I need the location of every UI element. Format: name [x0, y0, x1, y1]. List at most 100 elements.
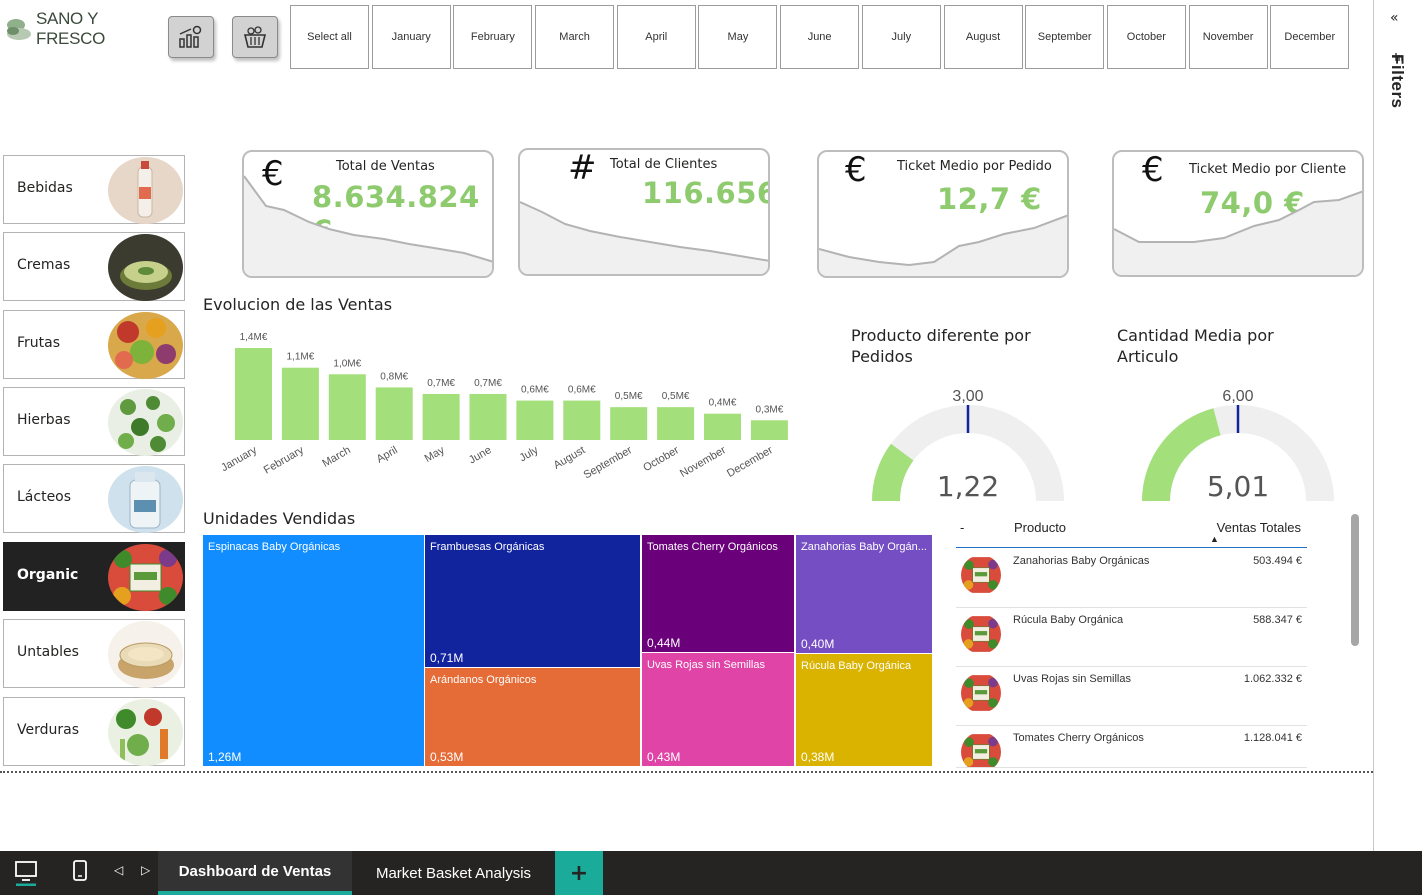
- next-page-icon[interactable]: ▷: [141, 863, 150, 877]
- treemap-tile[interactable]: Arándanos Orgánicos 0,53M: [425, 668, 640, 766]
- kpi-card-ticket-cliente: € Ticket Medio por Cliente 74,0 €: [1112, 150, 1364, 277]
- analysis-nav-button[interactable]: [168, 16, 214, 58]
- sales-bar[interactable]: [281, 367, 319, 440]
- category-frutas[interactable]: Frutas: [3, 310, 185, 379]
- category-lácteos[interactable]: Lácteos: [3, 464, 185, 533]
- product-thumbnail: [961, 732, 1001, 767]
- basket-nav-button[interactable]: [232, 16, 278, 58]
- col-header-dash[interactable]: -: [960, 520, 964, 535]
- col-header-producto[interactable]: Producto: [1014, 520, 1066, 535]
- table-row[interactable]: Rúcula Baby Orgánica 588.347 €: [956, 608, 1307, 667]
- month-option-may[interactable]: May: [698, 5, 778, 69]
- sales-bar[interactable]: [235, 348, 272, 440]
- gauge-productos: 3,00 1,22: [872, 388, 1064, 503]
- product-name: Uvas Rojas sin Semillas: [1013, 673, 1131, 685]
- kpi-trend-sparkline: [819, 214, 1067, 276]
- desktop-view-icon[interactable]: [14, 860, 38, 886]
- category-cremas[interactable]: Cremas: [3, 232, 185, 301]
- treemap-tile-name: Rúcula Baby Orgánica: [801, 660, 912, 672]
- sort-ascending-icon[interactable]: ▲: [1210, 534, 1219, 544]
- sales-bar[interactable]: [375, 387, 413, 440]
- month-option-august[interactable]: August: [943, 5, 1023, 69]
- month-option-june[interactable]: June: [780, 5, 860, 69]
- mobile-view-icon[interactable]: [72, 859, 88, 883]
- category-verduras[interactable]: Verduras: [3, 697, 185, 766]
- page-tab-market-basket-analysis[interactable]: Market Basket Analysis: [352, 851, 555, 895]
- page-tab-dashboard-de-ventas[interactable]: Dashboard de Ventas: [158, 851, 352, 895]
- treemap-tile[interactable]: Tomates Cherry Orgánicos 0,44M: [642, 535, 794, 652]
- month-option-october[interactable]: October: [1106, 5, 1186, 69]
- sales-bar[interactable]: [750, 420, 788, 440]
- product-sales: 1.062.332 €: [1243, 673, 1302, 685]
- sales-bar[interactable]: [704, 413, 741, 440]
- category-organic[interactable]: Organic: [3, 542, 185, 611]
- month-option-february[interactable]: February: [453, 5, 533, 69]
- bar-value-label: 0,5M€: [615, 391, 643, 402]
- col-header-ventas[interactable]: Ventas Totales: [1217, 520, 1301, 535]
- filters-pane: « Filters: [1373, 0, 1422, 851]
- treemap-tile[interactable]: Zanahorias Baby Orgán... 0,40M: [796, 535, 932, 653]
- kpi-trend-sparkline: [244, 175, 492, 276]
- kpi-card-total-clientes: # Total de Clientes 116.656: [518, 148, 770, 276]
- sales-bar[interactable]: [516, 400, 554, 440]
- treemap-tile-value: 0,71M: [430, 651, 464, 665]
- product-name: Tomates Cherry Orgánicos: [1013, 732, 1144, 744]
- add-page-button[interactable]: +: [555, 851, 603, 895]
- sales-bar[interactable]: [469, 394, 507, 440]
- month-option-march[interactable]: March: [535, 5, 615, 69]
- treemap-tile[interactable]: Rúcula Baby Orgánica 0,38M: [796, 654, 932, 766]
- month-option-december[interactable]: December: [1270, 5, 1350, 69]
- kpi-card-total-ventas: € Total de Ventas 8.634.824 €: [242, 150, 494, 278]
- sales-bar[interactable]: [328, 374, 366, 440]
- kpi-card-ticket-pedido: € Ticket Medio por Pedido 12,7 €: [817, 150, 1069, 278]
- category-image: [108, 544, 183, 611]
- section-divider: [0, 771, 1373, 773]
- category-image: [108, 157, 183, 224]
- treemap-tile-value: 0,53M: [430, 750, 464, 764]
- table-row[interactable]: Tomates Cherry Orgánicos 1.128.041 €: [956, 726, 1307, 768]
- x-axis-tick-label: April: [375, 444, 400, 465]
- x-axis-tick-label: August: [552, 444, 588, 472]
- bar-value-label: 1,1M€: [287, 352, 315, 363]
- month-option-select-all[interactable]: Select all: [290, 5, 369, 69]
- sales-bar-chart: 1,4M€ January 1,1M€ February 1,0M€ March 0,8M€…: [219, 332, 788, 482]
- table-scrollbar[interactable]: [1351, 514, 1359, 646]
- bar-value-label: 0,4M€: [709, 398, 737, 409]
- sales-bar[interactable]: [657, 407, 695, 440]
- sales-bar[interactable]: [422, 394, 460, 440]
- table-row[interactable]: Uvas Rojas sin Semillas 1.062.332 €: [956, 667, 1307, 726]
- treemap-tile-name: Frambuesas Orgánicas: [430, 541, 545, 553]
- sales-bar[interactable]: [563, 400, 601, 440]
- month-option-september[interactable]: September: [1025, 5, 1105, 69]
- month-option-january[interactable]: January: [371, 5, 451, 69]
- month-option-april[interactable]: April: [616, 5, 696, 69]
- treemap-tile-name: Espinacas Baby Orgánicas: [208, 541, 341, 553]
- x-axis-tick-label: October: [641, 444, 681, 474]
- treemap-tile-value: 0,44M: [647, 636, 681, 650]
- category-image: [108, 466, 183, 533]
- category-label: Organic: [17, 567, 79, 583]
- product-sales: 1.128.041 €: [1243, 732, 1302, 744]
- category-label: Cremas: [17, 257, 71, 273]
- bar-value-label: 0,7M€: [474, 378, 502, 389]
- category-untables[interactable]: Untables: [3, 619, 185, 688]
- table-header: - Producto Ventas Totales ▲: [956, 515, 1307, 548]
- collapse-filters-icon[interactable]: «: [1390, 10, 1399, 26]
- kpi-trend-sparkline: [1114, 190, 1362, 275]
- filters-label[interactable]: Filters: [1387, 54, 1407, 109]
- treemap-tile[interactable]: Uvas Rojas sin Semillas 0,43M: [642, 653, 794, 766]
- month-option-july[interactable]: July: [861, 5, 941, 69]
- category-hierbas[interactable]: Hierbas: [3, 387, 185, 456]
- bar-value-label: 0,3M€: [756, 404, 784, 415]
- table-row[interactable]: Zanahorias Baby Orgánicas 503.494 €: [956, 549, 1307, 608]
- treemap-tile-name: Uvas Rojas sin Semillas: [647, 659, 765, 671]
- treemap-tile-value: 1,26M: [208, 750, 242, 764]
- treemap-tile[interactable]: Espinacas Baby Orgánicas 1,26M: [203, 535, 424, 766]
- sales-bar[interactable]: [610, 407, 648, 440]
- month-option-november[interactable]: November: [1188, 5, 1268, 69]
- prev-page-icon[interactable]: ◁: [114, 863, 123, 877]
- category-bebidas[interactable]: Bebidas: [3, 155, 185, 224]
- category-image: [108, 699, 183, 766]
- product-thumbnail: [961, 614, 1001, 654]
- treemap-tile[interactable]: Frambuesas Orgánicas 0,71M: [425, 535, 640, 667]
